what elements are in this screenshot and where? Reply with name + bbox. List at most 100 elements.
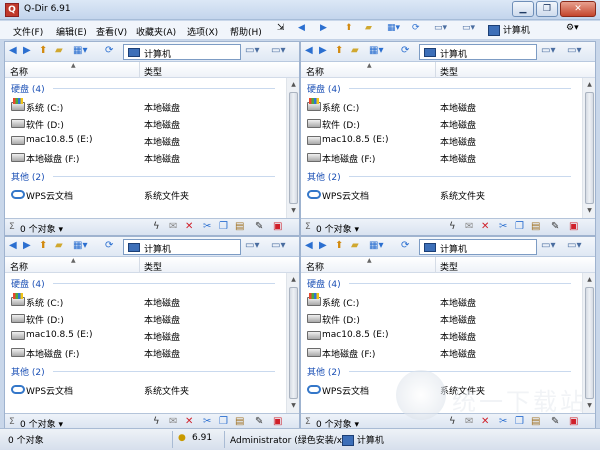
delete-icon[interactable]: ✕	[185, 221, 193, 232]
properties-icon[interactable]: ✎	[255, 221, 263, 232]
list-item[interactable]: 系统 (C:) 本地磁盘	[307, 293, 582, 309]
view-mode-icon[interactable]: ▦▾	[73, 240, 87, 251]
up-folder-icon[interactable]: ⬆	[39, 45, 47, 56]
copy-icon[interactable]: ❐	[515, 416, 524, 427]
list-item[interactable]: 系统 (C:) 本地磁盘	[11, 293, 286, 309]
group-header[interactable]: 其他 (2)	[307, 365, 341, 378]
list-item[interactable]: 本地磁盘 (F:) 本地磁盘	[11, 150, 286, 165]
paste-icon[interactable]: ▤	[531, 221, 540, 232]
mail-icon[interactable]: ✉	[169, 221, 177, 232]
column-type[interactable]: 类型	[144, 260, 162, 273]
group-header[interactable]: 硬盘 (4)	[307, 277, 341, 290]
vertical-scrollbar[interactable]: ▲ ▼	[582, 273, 595, 413]
scroll-down-icon[interactable]: ▼	[288, 205, 299, 216]
list-item[interactable]: WPS云文档 系统文件夹	[11, 382, 286, 397]
view-mode-icon[interactable]: ▦▾	[369, 240, 383, 251]
address-bar[interactable]: 计算机	[123, 44, 241, 60]
layout-options-icon[interactable]: ▭▾	[567, 240, 581, 251]
back-icon[interactable]: ◀	[305, 45, 313, 56]
new-folder-icon[interactable]: ▰	[55, 45, 63, 56]
group-header[interactable]: 其他 (2)	[11, 365, 45, 378]
list-item[interactable]: 软件 (D:) 本地磁盘	[307, 311, 582, 326]
column-name[interactable]: 名称	[10, 260, 28, 273]
mail-icon[interactable]: ✉	[169, 416, 177, 427]
layout-icon[interactable]: ▭▾	[245, 240, 259, 251]
copy-icon[interactable]: ❐	[219, 221, 228, 232]
view-mode-icon[interactable]: ▦▾	[369, 45, 383, 56]
layout-options-icon[interactable]: ▭▾	[567, 45, 581, 56]
list-item[interactable]: 系统 (C:) 本地磁盘	[307, 98, 582, 114]
new-folder-icon[interactable]: ▰	[351, 45, 359, 56]
layout-options-icon[interactable]: ▭▾	[271, 45, 285, 56]
column-type[interactable]: 类型	[144, 65, 162, 78]
lightning-icon[interactable]: ϟ	[449, 221, 456, 232]
group-header[interactable]: 硬盘 (4)	[11, 277, 45, 290]
address-bar[interactable]: 计算机	[419, 239, 537, 255]
group-header[interactable]: 其他 (2)	[11, 170, 45, 183]
forward-icon[interactable]: ▶	[319, 45, 327, 56]
layout-icon[interactable]: ▭▾	[245, 45, 259, 56]
forward-icon[interactable]: ▶	[320, 23, 327, 33]
view-icon[interactable]: ▦▾	[387, 23, 400, 33]
group-header[interactable]: 其他 (2)	[307, 170, 341, 183]
address-bar[interactable]: 计算机	[419, 44, 537, 60]
forward-icon[interactable]: ▶	[23, 240, 31, 251]
list-item[interactable]: 本地磁盘 (F:) 本地磁盘	[11, 345, 286, 360]
delete-icon[interactable]: ✕	[481, 416, 489, 427]
list-item[interactable]: WPS云文档 系统文件夹	[307, 187, 582, 202]
pin-icon[interactable]: ⇲	[277, 23, 285, 33]
close-button[interactable]: ✕	[560, 1, 596, 17]
copy-icon[interactable]: ❐	[219, 416, 228, 427]
list-item[interactable]: 软件 (D:) 本地磁盘	[11, 116, 286, 131]
column-type[interactable]: 类型	[440, 65, 458, 78]
list-item[interactable]: mac10.8.5 (E:) 本地磁盘	[11, 328, 286, 343]
up-folder-icon[interactable]: ⬆	[39, 240, 47, 251]
list-item[interactable]: mac10.8.5 (E:) 本地磁盘	[307, 328, 582, 343]
back-icon[interactable]: ◀	[305, 240, 313, 251]
list-item[interactable]: 系统 (C:) 本地磁盘	[11, 98, 286, 114]
scroll-down-icon[interactable]: ▼	[288, 400, 299, 411]
up-folder-icon[interactable]: ⬆	[335, 240, 343, 251]
layout2-icon[interactable]: ▭▾	[462, 23, 475, 33]
properties-icon[interactable]: ✎	[551, 416, 559, 427]
vertical-scrollbar[interactable]: ▲ ▼	[286, 273, 299, 413]
cut-icon[interactable]: ✂	[499, 221, 507, 232]
restore-button[interactable]: ❐	[536, 1, 558, 17]
new-folder-icon[interactable]: ▰	[55, 240, 63, 251]
menu-options[interactable]: 选项(X)	[187, 25, 218, 38]
mail-icon[interactable]: ✉	[465, 221, 473, 232]
list-item[interactable]: 软件 (D:) 本地磁盘	[11, 311, 286, 326]
refresh-icon[interactable]: ⟳	[412, 23, 420, 33]
list-item[interactable]: mac10.8.5 (E:) 本地磁盘	[11, 133, 286, 148]
refresh-icon[interactable]: ⟳	[105, 45, 113, 56]
properties-icon[interactable]: ✎	[551, 221, 559, 232]
back-icon[interactable]: ◀	[9, 45, 17, 56]
scroll-up-icon[interactable]: ▲	[288, 79, 299, 90]
new-folder-icon[interactable]: ▰	[351, 240, 359, 251]
layout-icon[interactable]: ▭▾	[541, 240, 555, 251]
lightning-icon[interactable]: ϟ	[153, 221, 160, 232]
delete-icon[interactable]: ✕	[185, 416, 193, 427]
group-header[interactable]: 硬盘 (4)	[11, 82, 45, 95]
list-item[interactable]: WPS云文档 系统文件夹	[307, 382, 582, 397]
delete-icon[interactable]: ✕	[481, 221, 489, 232]
refresh-icon[interactable]: ⟳	[401, 45, 409, 56]
menu-help[interactable]: 帮助(H)	[230, 25, 262, 38]
column-name[interactable]: 名称	[306, 260, 324, 273]
layout-icon[interactable]: ▭▾	[434, 23, 447, 33]
forward-icon[interactable]: ▶	[23, 45, 31, 56]
close-pane-icon[interactable]: ▣	[569, 221, 578, 232]
back-icon[interactable]: ◀	[9, 240, 17, 251]
address-bar[interactable]: 计算机	[123, 239, 241, 255]
scroll-up-icon[interactable]: ▲	[288, 274, 299, 285]
paste-icon[interactable]: ▤	[235, 221, 244, 232]
list-item[interactable]: 本地磁盘 (F:) 本地磁盘	[307, 345, 582, 360]
copy-icon[interactable]: ❐	[515, 221, 524, 232]
refresh-icon[interactable]: ⟳	[105, 240, 113, 251]
up-folder-icon[interactable]: ⬆	[335, 45, 343, 56]
pane-status-text[interactable]: 0 个对象 ▾	[316, 222, 359, 235]
close-pane-icon[interactable]: ▣	[273, 416, 282, 427]
list-item[interactable]: WPS云文档 系统文件夹	[11, 187, 286, 202]
scroll-down-icon[interactable]: ▼	[584, 400, 595, 411]
mail-icon[interactable]: ✉	[465, 416, 473, 427]
